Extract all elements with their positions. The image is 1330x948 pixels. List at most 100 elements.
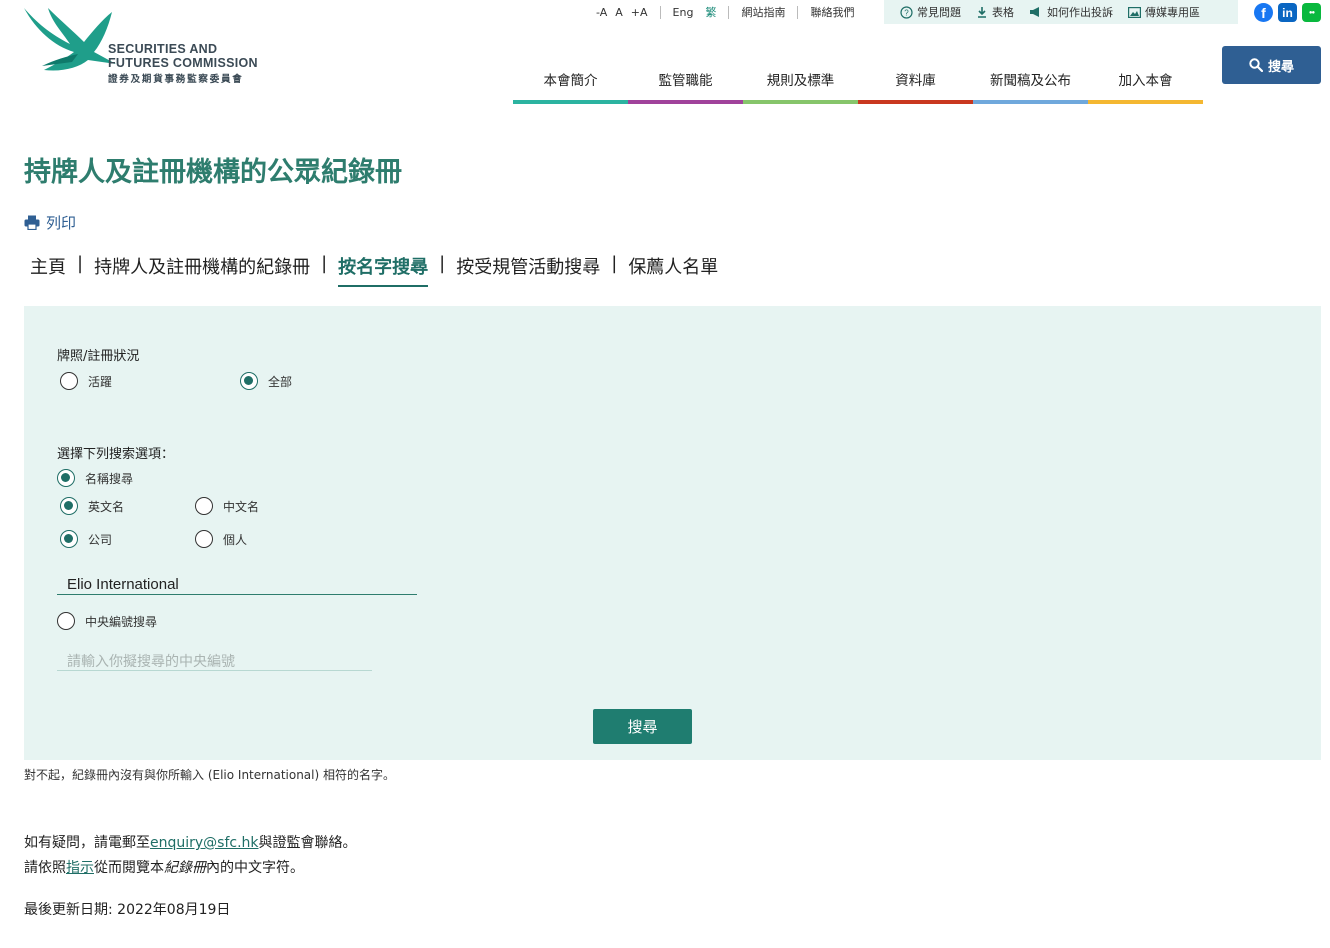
radio-circle-selected	[60, 497, 78, 515]
header-search-button[interactable]: 搜尋	[1222, 46, 1321, 84]
name-search-radio[interactable]: 名稱搜尋	[57, 469, 133, 487]
megaphone-icon	[1030, 7, 1039, 17]
complaint-link[interactable]: 如何作出投訴	[1029, 4, 1113, 20]
company-label: 公司	[88, 532, 113, 547]
lang-chinese-link[interactable]: 繁	[705, 4, 716, 20]
nav-database[interactable]: 資料庫	[858, 62, 973, 104]
image-icon	[1128, 6, 1141, 18]
individual-radio[interactable]: 個人	[195, 530, 247, 548]
search-icon	[1249, 58, 1263, 72]
media-link[interactable]: 傳媒專用區	[1128, 4, 1200, 20]
search-options-label: 選擇下列搜索選項：	[57, 447, 175, 462]
logo-text: SECURITIES AND FUTURES COMMISSION 證券及期貨事…	[108, 42, 258, 85]
no-result-message: 對不起，紀錄冊內沒有與你所輸入 (Elio International) 相符的…	[24, 768, 395, 782]
crumb-search-by-activity[interactable]: 按受規管活動搜尋	[456, 253, 600, 279]
guide-instructions-link[interactable]: 指示	[66, 860, 94, 876]
radio-circle	[195, 530, 213, 548]
submit-search-button[interactable]: 搜尋	[593, 709, 692, 744]
guide-middle: 從而閱覽本	[94, 860, 164, 876]
name-search-label: 名稱搜尋	[85, 471, 134, 486]
nav-careers[interactable]: 加入本會	[1088, 62, 1203, 104]
crumb-separator: |	[611, 253, 618, 274]
faq-link[interactable]: ? 常見問題	[900, 4, 961, 20]
nav-regulatory-functions[interactable]: 監管職能	[628, 62, 743, 104]
guide-register-italic: 紀錄冊	[164, 860, 206, 876]
ce-number-search-radio[interactable]: 中央編號搜尋	[57, 612, 157, 630]
utility-links-right: ? 常見問題 表格 如何作出投訴 傳媒專用區	[884, 0, 1238, 24]
media-label: 傳媒專用區	[1145, 6, 1200, 19]
radio-circle-selected	[60, 530, 78, 548]
status-active-radio[interactable]: 活躍	[60, 372, 112, 390]
crumb-sponsor-list[interactable]: 保薦人名單	[628, 253, 718, 279]
utility-links-left: -A A +A Eng 繁 網站指南 聯絡我們	[596, 0, 854, 24]
nav-rules-standards[interactable]: 規則及標準	[743, 62, 858, 104]
font-larger-button[interactable]: +A	[631, 6, 648, 19]
download-icon	[978, 7, 986, 18]
guide-suffix: 內的中文字符。	[206, 860, 304, 876]
crumb-separator: |	[321, 253, 328, 274]
divider	[728, 5, 730, 19]
radio-circle-selected	[240, 372, 258, 390]
social-links: f in ●●	[1254, 3, 1326, 22]
contact-link[interactable]: 聯絡我們	[810, 4, 854, 20]
print-link[interactable]: 列印	[24, 212, 76, 233]
font-smaller-button[interactable]: -A	[596, 6, 607, 19]
question-circle-icon: ?	[900, 5, 913, 19]
company-radio[interactable]: 公司	[60, 530, 112, 548]
main-navigation: 本會簡介 監管職能 規則及標準 資料庫 新聞稿及公布 加入本會	[513, 62, 1203, 104]
radio-circle-selected	[57, 469, 75, 487]
logo-name-en-1: SECURITIES AND	[108, 42, 218, 56]
status-all-radio[interactable]: 全部	[240, 372, 292, 390]
header-search-label: 搜尋	[1267, 59, 1294, 75]
last-updated: 最後更新日期: 2022年08月19日	[24, 902, 231, 918]
search-form-panel: 牌照/註冊狀況 活躍 全部 選擇下列搜索選項： 名稱搜尋 英文名 中文名 公司 …	[24, 306, 1321, 760]
forms-label: 表格	[992, 6, 1014, 19]
sitemap-link[interactable]: 網站指南	[741, 4, 785, 20]
svg-text:?: ?	[904, 8, 909, 17]
chinese-name-label: 中文名	[223, 499, 260, 514]
breadcrumb: 主頁 | 持牌人及註冊機構的紀錄冊 | 按名字搜尋 | 按受規管活動搜尋 | 保…	[30, 253, 718, 287]
complaint-label: 如何作出投訴	[1047, 6, 1113, 19]
logo-name-en-2: FUTURES COMMISSION	[108, 56, 258, 70]
enquiry-email-link[interactable]: enquiry@sfc.hk	[150, 835, 259, 851]
facebook-icon[interactable]: f	[1254, 3, 1273, 22]
wechat-icon[interactable]: ●●	[1302, 3, 1321, 22]
eagle-logo-icon	[24, 8, 116, 71]
guide-prefix: 請依照	[24, 860, 66, 876]
radio-circle	[60, 372, 78, 390]
enquiry-paragraph: 如有疑問，請電郵至enquiry@sfc.hk與證監會聯絡。	[24, 832, 357, 852]
ce-number-search-label: 中央編號搜尋	[85, 614, 158, 629]
radio-circle	[195, 497, 213, 515]
nav-about[interactable]: 本會簡介	[513, 62, 628, 104]
english-name-label: 英文名	[88, 499, 125, 514]
individual-label: 個人	[223, 532, 248, 547]
chinese-name-radio[interactable]: 中文名	[195, 497, 259, 515]
divider	[659, 5, 661, 19]
printer-icon	[24, 215, 40, 230]
font-normal-button[interactable]: A	[615, 6, 623, 19]
enquiry-suffix: 與證監會聯絡。	[258, 835, 357, 851]
forms-link[interactable]: 表格	[976, 4, 1014, 20]
lang-english-link[interactable]: Eng	[673, 6, 694, 19]
crumb-separator: |	[439, 253, 446, 274]
print-label: 列印	[46, 214, 77, 232]
ce-number-input[interactable]	[57, 651, 372, 671]
enquiry-prefix: 如有疑問，請電郵至	[24, 835, 150, 851]
font-guide-paragraph: 請依照指示從而閱覽本紀錄冊內的中文字符。	[24, 857, 304, 877]
crumb-search-by-name[interactable]: 按名字搜尋	[338, 253, 429, 287]
divider	[797, 5, 799, 19]
sfc-logo[interactable]: SECURITIES AND FUTURES COMMISSION 證券及期貨事…	[22, 6, 272, 92]
english-name-radio[interactable]: 英文名	[60, 497, 124, 515]
status-all-label: 全部	[268, 374, 293, 389]
nav-news[interactable]: 新聞稿及公布	[973, 62, 1088, 104]
crumb-home[interactable]: 主頁	[30, 253, 66, 279]
crumb-separator: |	[77, 253, 84, 274]
status-label: 牌照/註冊狀況	[57, 349, 140, 364]
faq-label: 常見問題	[917, 6, 961, 19]
linkedin-icon[interactable]: in	[1278, 3, 1297, 22]
name-input[interactable]	[57, 574, 417, 595]
page-title: 持牌人及註冊機構的公眾紀錄冊	[24, 157, 402, 188]
status-active-label: 活躍	[88, 374, 113, 389]
crumb-register[interactable]: 持牌人及註冊機構的紀錄冊	[94, 253, 310, 279]
logo-name-zh: 證券及期貨事務監察委員會	[108, 74, 244, 85]
